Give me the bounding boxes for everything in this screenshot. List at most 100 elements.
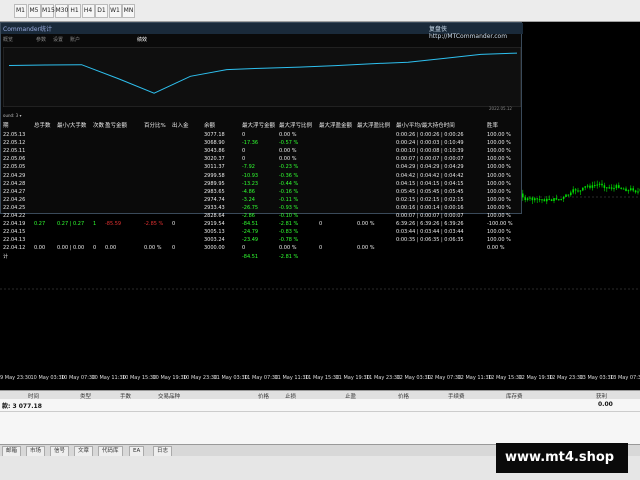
table-cell: 0	[242, 156, 246, 163]
timeframe-button-h1[interactable]: H1	[68, 4, 81, 18]
panel-tab-0[interactable]: 概览	[3, 36, 13, 43]
time-axis-label: 12 May 11:30	[457, 375, 492, 381]
timeframe-button-m15[interactable]: M15	[41, 4, 55, 18]
table-cell: 100.00 %	[487, 237, 511, 244]
table-header-13: 胜率	[487, 123, 499, 129]
table-cell: 100.00 %	[487, 148, 511, 155]
timeframe-toolbar: M1 M5 M15 M30 H1 H4 D1 W1 MN	[0, 0, 640, 22]
candle-body	[529, 197, 531, 199]
table-cell: 1	[93, 221, 97, 228]
candle-body	[596, 184, 598, 186]
table-cell: -84.51	[242, 253, 259, 260]
candle-body	[546, 198, 548, 202]
candle-body	[637, 191, 639, 193]
timeframe-button-d1[interactable]: D1	[95, 4, 108, 18]
table-cell: 100.00 %	[487, 132, 511, 138]
watermark-badge: www.mt4.shop	[496, 443, 628, 473]
table-cell: -2.85 %	[144, 221, 164, 228]
timeframe-button-m30[interactable]: M30	[54, 4, 68, 18]
table-cell: 22.04.27	[3, 188, 26, 195]
table-cell: -7.92	[242, 164, 255, 171]
timeframe-button-mn[interactable]: MN	[122, 4, 135, 18]
balance-row: 款: 3 077.18 0.00	[0, 399, 640, 412]
table-cell: 22.05.13	[3, 132, 26, 138]
table-cell: -0.10 %	[279, 213, 299, 219]
table-cell: 0.00 %	[357, 245, 375, 252]
table-cell: -26.75	[242, 204, 259, 211]
table-header-2: 最小/大手数	[57, 123, 87, 129]
table-cell: 0:00:10 | 0:00:08 | 0:10:39	[396, 148, 464, 155]
table-cell: 2989.95	[204, 180, 225, 187]
time-axis-label: 12 May 07:30	[427, 375, 462, 381]
time-axis-label: 12 May 03:30	[396, 375, 431, 381]
candle-body	[579, 190, 582, 192]
table-row: 22.04.25 2933.43 -26.75 -0.93 % 0:00:16 | 0:…	[1, 204, 523, 212]
timeframe-button-h4[interactable]: H4	[81, 4, 95, 18]
table-row: 22.04.15 3005.13 -24.79 -0.83 % 0:03:44 | 0:…	[1, 228, 523, 236]
table-header-7: 余额	[204, 123, 216, 129]
candle-body	[572, 189, 574, 193]
table-cell: 2983.65	[204, 188, 225, 195]
table-cell: 100.00 %	[487, 180, 511, 187]
candle-body	[632, 188, 634, 191]
table-row: 22.04.29 2999.58 -10.93 -0.36 % 0:04:42 | 0:…	[1, 172, 523, 180]
balance-label: 款: 3 077.18	[2, 403, 42, 410]
table-cell: 22.04.13	[3, 237, 26, 244]
equity-frame	[3, 47, 521, 107]
candle-body	[538, 199, 541, 201]
table-row: 22.05.06 3020.37 0 0.00 % 0:00:07 | 0:00:07 …	[1, 155, 523, 163]
candle-body	[601, 183, 603, 186]
table-cell: 0:04:42 | 0:04:42 | 0:04:42	[396, 172, 464, 179]
candle-body	[625, 188, 627, 192]
panel-tab-1[interactable]: 参数	[36, 36, 46, 43]
candle-body	[589, 185, 591, 188]
table-row: 22.04.28 2989.95 -13.23 -0.44 % 0:04:15 | 0:…	[1, 180, 523, 188]
table-row: 22.05.05 3011.37 -7.92 -0.23 % 0:04:29 | 0:0…	[1, 163, 523, 171]
time-axis-label: 10 May 19:30	[152, 375, 187, 381]
table-row: 22.04.22 2828.64 -2.86 -0.10 % 0:00:07 | 0:0…	[1, 212, 523, 220]
table-cell: 2919.54	[204, 221, 225, 228]
table-cell: -0.44 %	[279, 180, 299, 187]
time-axis-label: 11 May 15:30	[305, 375, 340, 381]
candle-body	[574, 189, 577, 191]
table-cell: 22.04.12	[3, 245, 26, 252]
panel-titlebar: Commander统计 复盘侠 http://MTCommander.com	[1, 23, 523, 40]
table-cell: 2974.74	[204, 196, 225, 203]
group-by-select[interactable]: ound: 3 ▾	[3, 113, 22, 118]
candle-body	[536, 198, 538, 200]
table-cell: 0:00:26 | 0:00:26 | 0:00:26	[396, 132, 464, 138]
table-cell: 0.00 %	[279, 148, 297, 155]
panel-tab-2[interactable]: 设置	[53, 36, 63, 43]
panel-tab-4[interactable]: 绩效	[137, 36, 147, 43]
table-cell: 3011.37	[204, 164, 225, 171]
candle-body	[608, 187, 610, 189]
table-cell: -24.79	[242, 229, 259, 236]
table-cell: 3043.86	[204, 148, 225, 155]
table-cell: -0.36 %	[279, 172, 299, 179]
candle-body	[615, 185, 618, 189]
table-cell: 0:04:15 | 0:04:15 | 0:04:15	[396, 180, 464, 187]
table-cell: 0:04:29 | 0:04:29 | 0:04:29	[396, 164, 464, 171]
table-header-4: 盈亏金额	[105, 123, 128, 129]
table-cell: 2828.64	[204, 213, 225, 219]
table-cell: 100.00 %	[487, 213, 511, 219]
table-cell: 100.00 %	[487, 172, 511, 179]
timeframe-button-m1[interactable]: M1	[14, 4, 27, 18]
timeframe-button-m5[interactable]: M5	[27, 4, 41, 18]
table-header-10: 最大浮盈金额	[319, 123, 353, 129]
table-cell: -17.36	[242, 140, 259, 147]
table-cell: 3000.00	[204, 245, 225, 252]
table-header-0: 期	[3, 123, 9, 129]
panel-tab-3[interactable]: 账户	[70, 36, 80, 43]
table-cell: 0.00 %	[144, 245, 162, 252]
table-cell: 0.00	[105, 245, 117, 252]
candle-body	[598, 183, 601, 185]
candle-body	[555, 198, 558, 200]
candle-body	[548, 198, 550, 200]
table-cell: -3.24	[242, 196, 255, 203]
time-axis-label: 10 May 23:30	[183, 375, 218, 381]
stats-table-header: 期总手数 最小/大手数 次数 盈亏金额 百分比% 出入金 余额 最大浮亏金额 最大浮亏比例 最大浮…	[1, 120, 523, 130]
table-cell: 计	[3, 253, 9, 260]
timeframe-button-w1[interactable]: W1	[108, 4, 122, 18]
time-axis-label: 12 May 19:30	[518, 375, 553, 381]
